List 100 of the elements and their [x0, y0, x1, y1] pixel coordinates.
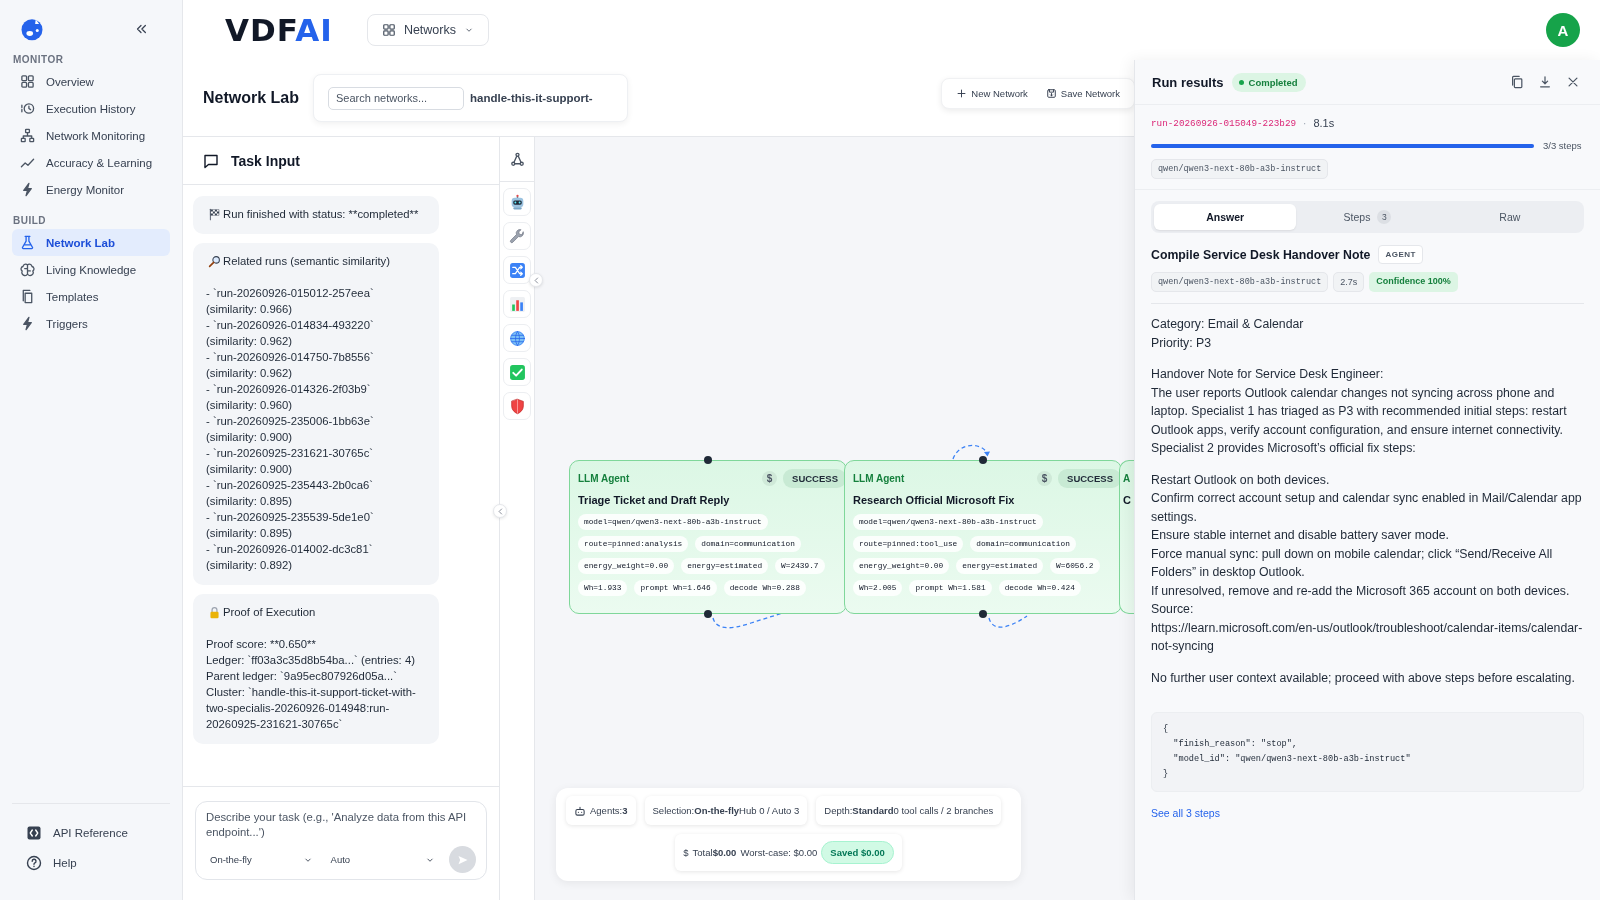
lock-icon — [208, 605, 221, 619]
tool-button[interactable] — [503, 256, 531, 284]
download-button[interactable] — [1538, 75, 1552, 89]
agent-node[interactable]: A C — [1119, 460, 1134, 614]
edge-line — [988, 615, 1028, 628]
close-icon — [1566, 75, 1580, 89]
sidebar-item[interactable]: Overview — [12, 68, 170, 95]
confidence-badge: Confidence 100% — [1369, 272, 1458, 292]
count-badge: 3 — [1377, 210, 1392, 224]
tool-button[interactable] — [503, 324, 531, 352]
chip-text: Agents:3 — [590, 805, 628, 816]
total-cost: Total$0.00 — [692, 847, 737, 858]
send-icon — [456, 853, 469, 866]
chat-bubble-icon — [203, 152, 219, 169]
tree-icon[interactable] — [509, 151, 525, 167]
sidebar-item[interactable]: Network Monitoring — [12, 122, 170, 149]
message-heading: Proof of Execution — [223, 605, 316, 620]
search-field[interactable]: Search networks... — [328, 86, 464, 110]
tool-button[interactable] — [503, 290, 531, 318]
sidebar-item[interactable]: Templates — [12, 283, 170, 310]
sidebar-item[interactable]: Triggers — [12, 310, 170, 337]
documents-icon — [20, 289, 35, 304]
clock-icon — [20, 101, 35, 116]
code-icon — [26, 825, 42, 841]
sidebar-item[interactable]: Network Lab — [12, 229, 170, 256]
composer-field[interactable]: Describe your task (e.g., 'Analyze data from this API endpoint...') On-the-fly Auto — [195, 801, 487, 880]
tab[interactable]: Raw — [1438, 204, 1581, 230]
message-text: Proof score: **0.650** Ledger: `ff03a3c35d8b54ba...` (entries: 4) Parent ledger: `9a95ec807926d05a...` Cluster: `handle-this-it-support-ticket-with-two-specialis-20260926-014948:run-20260925-231621-30765c` — [206, 637, 417, 732]
duration-chip: 2.7s — [1333, 272, 1365, 292]
lightning-icon — [20, 316, 35, 331]
copy-button[interactable] — [1510, 75, 1524, 89]
tab[interactable]: Steps 3 — [1296, 204, 1439, 230]
dropdown[interactable]: Auto — [326, 846, 440, 873]
separator: · — [1303, 117, 1307, 129]
tab[interactable]: Answer — [1154, 204, 1297, 230]
grid-icon — [381, 23, 396, 37]
network-icon — [20, 128, 35, 143]
plus-icon — [956, 87, 968, 99]
magnifier-icon — [208, 254, 221, 268]
run-id: run-20260926-015049-223b29 — [1151, 117, 1297, 129]
tool-button[interactable] — [503, 392, 531, 420]
logo: VDFAI — [225, 12, 333, 48]
tool-button[interactable] — [503, 188, 531, 216]
cost-badge: $ — [1037, 470, 1053, 486]
node-type: LLM Agent — [853, 472, 905, 484]
answer-text: Category: Email & Calendar Priority: P3 — [1151, 316, 1305, 352]
status-badge: Completed — [1231, 72, 1306, 92]
answer-text: Handover Note for Service Desk Engineer: The user reports Outlook calendar changes not syncing across phone and laptop. Specialist 1 has triaged as P3 with recommended initial steps: restart Outlook apps, verify account configuration, and ensure internet connectivity. Specialist 2 provides Microsoft’s official fix steps: — [1151, 366, 1568, 457]
answer-text: Restart Outlook on both devices. Confirm correct account setup and calendar sync enabled in Mail/Calendar app settings. Ensure stable internet and disable battery saver mode. Force manual sync: pull down on mobile calendar; click “Send/Receive All Folders” in desktop Outlook. If unresolved, remove and re-add the Microsoft 365 account on both devices. Source: https://learn.microsoft.com/en-us/outlook/troubleshoot/calendar-items/calendar-not-syncing — [1151, 471, 1584, 655]
progress-label: 3/3 steps — [1543, 140, 1582, 151]
sidebar-link[interactable]: API Reference — [12, 820, 170, 846]
globe-icon — [508, 329, 526, 347]
connection-handle[interactable] — [704, 456, 712, 464]
connection-handle[interactable] — [979, 456, 987, 464]
wrench-icon — [508, 227, 526, 245]
info-chip: Depth:Standard0 tool calls / 2 branches — [816, 796, 1002, 825]
node-title: Triage Ticket and Draft Reply — [578, 494, 731, 506]
node-type: A — [1123, 472, 1131, 484]
sidebar-item[interactable]: Execution History — [12, 95, 170, 122]
page-title: Network Lab — [203, 89, 299, 107]
panel-title: Task Input — [231, 152, 300, 169]
flask-icon — [20, 235, 35, 250]
lightning-icon — [20, 182, 35, 197]
close-button[interactable] — [1566, 75, 1580, 89]
robot-icon — [574, 804, 586, 817]
connection-handle[interactable] — [704, 610, 712, 618]
message-heading: Run finished with status: **completed** — [223, 207, 419, 222]
answer-title: Compile Service Desk Handover Note — [1151, 247, 1371, 262]
sidebar-item[interactable]: Energy Monitor — [12, 176, 170, 203]
message-heading: Related runs (semantic similarity) — [223, 254, 390, 269]
savings-badge: Saved $0.00 — [821, 841, 894, 864]
network-name: handle-this-it-support- — [470, 92, 594, 104]
save-network-button[interactable]: Save Network — [1039, 84, 1126, 102]
copy-icon — [1510, 75, 1524, 89]
chevron-left-icon — [495, 506, 505, 516]
new-network-button[interactable]: New Network — [950, 84, 1034, 102]
node-title: Research Official Microsoft Fix — [853, 494, 1016, 506]
sidebar-item[interactable]: Living Knowledge — [12, 256, 170, 283]
duration: 8.1s — [1313, 117, 1335, 129]
section-heading: MONITOR — [13, 54, 64, 65]
model-chip: qwen/qwen3-next-80b-a3b-instruct — [1151, 272, 1329, 292]
info-chip: Selection:On-the-flyHub 0 / Auto 3 — [644, 796, 808, 825]
node-title: C — [1123, 494, 1132, 506]
panel-title: Run results — [1152, 74, 1224, 90]
dropdown[interactable]: On-the-fly — [206, 846, 317, 873]
sidebar-link[interactable]: Help — [12, 850, 170, 876]
double-chevron-icon — [134, 22, 148, 36]
sidebar-item[interactable]: Accuracy & Learning — [12, 149, 170, 176]
cost-badge: $ — [762, 470, 778, 486]
see-all-link[interactable]: See all 3 steps — [1151, 807, 1220, 819]
grid-icon — [20, 74, 35, 89]
connection-handle[interactable] — [979, 610, 987, 618]
shuffle-icon — [508, 261, 526, 279]
download-icon — [1538, 75, 1552, 89]
networks-dropdown[interactable]: Networks — [366, 14, 489, 46]
code-block: { "finish_reason": "stop", "model_id": "qwen/qwen3-next-80b-a3b-instruct" } — [1151, 712, 1584, 792]
status-badge: SUCCESS — [1058, 468, 1121, 488]
model-chip: qwen/qwen3-next-80b-a3b-instruct — [1151, 159, 1329, 179]
chevron-left-icon — [531, 275, 541, 285]
answer-text: No further user context available; proceed with above steps before escalating. — [1151, 669, 1576, 687]
